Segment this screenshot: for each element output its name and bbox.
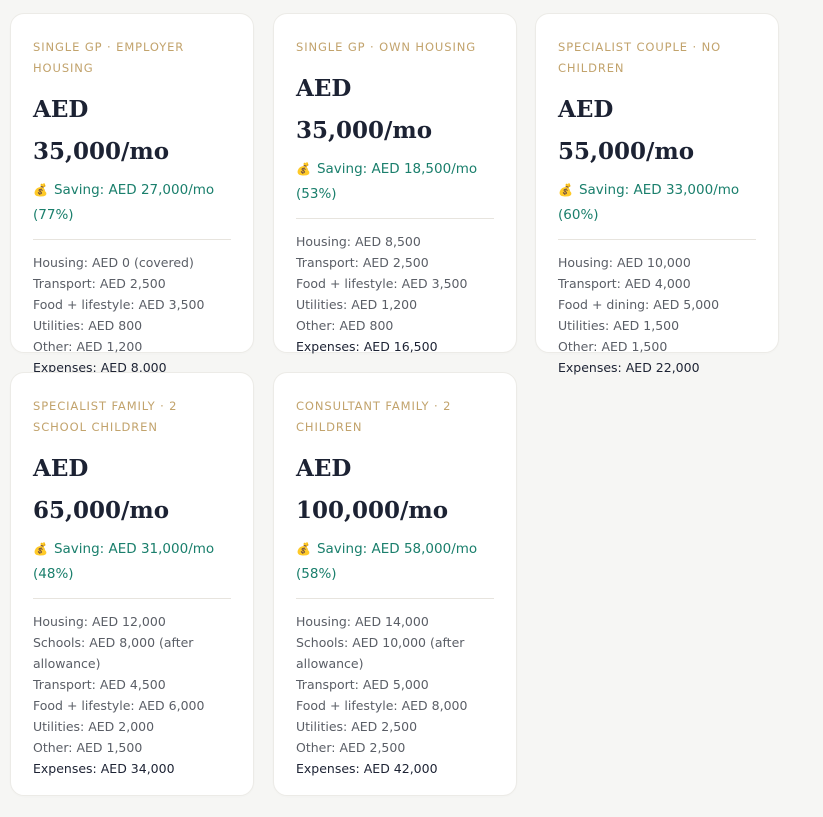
expenses-total: Expenses: AED 16,500 [296, 339, 438, 354]
expense-item: Utilities: AED 1,500 [558, 318, 680, 333]
card-label: SPECIALIST FAMILY · 2 SCHOOL CHILDREN [33, 399, 178, 434]
expense-list: Housing: AED 8,500 Transport: AED 2,500 … [296, 231, 494, 357]
divider [33, 598, 231, 599]
expense-item: Schools: AED 8,000 (after allowance) [33, 635, 194, 671]
card-saving: 💰 Saving: AED 18,500/mo (53%) [296, 157, 494, 207]
expense-item: Housing: AED 8,500 [296, 234, 421, 249]
divider [558, 239, 756, 240]
expense-item: Transport: AED 4,500 [33, 677, 166, 692]
money-bag-icon: 💰 [33, 542, 48, 556]
expense-item: Schools: AED 10,000 (after allowance) [296, 635, 465, 671]
expense-item: Housing: AED 10,000 [558, 255, 691, 270]
expense-item: Housing: AED 14,000 [296, 614, 429, 629]
expense-list: Housing: AED 0 (covered) Transport: AED … [33, 252, 231, 378]
expenses-total: Expenses: AED 42,000 [296, 761, 438, 776]
expense-item: Utilities: AED 2,500 [296, 719, 418, 734]
card-saving: 💰 Saving: AED 33,000/mo (60%) [558, 178, 756, 228]
expense-item: Housing: AED 0 (covered) [33, 255, 194, 270]
expenses-total: Expenses: AED 34,000 [33, 761, 175, 776]
card-saving: 💰 Saving: AED 58,000/mo (58%) [296, 537, 494, 587]
expense-list: Housing: AED 14,000 Schools: AED 10,000 … [296, 611, 494, 779]
expense-item: Food + lifestyle: AED 3,500 [33, 297, 205, 312]
budget-card: SINGLE GP · OWN HOUSING AED 35,000/mo 💰 S… [273, 13, 517, 354]
expense-item: Other: AED 1,200 [33, 339, 143, 354]
expense-item: Other: AED 1,500 [33, 740, 143, 755]
saving-text: Saving: AED 31,000/mo (48%) [33, 541, 215, 582]
expense-item: Transport: AED 2,500 [33, 276, 166, 291]
budget-card: SPECIALIST FAMILY · 2 SCHOOL CHILDREN AE… [10, 372, 254, 796]
card-label: CONSULTANT FAMILY · 2 CHILDREN [296, 399, 452, 434]
expense-item: Food + dining: AED 5,000 [558, 297, 720, 312]
money-bag-icon: 💰 [33, 183, 48, 197]
budget-card: SPECIALIST COUPLE · NO CHILDREN AED 55,0… [535, 13, 779, 375]
saving-text: Saving: AED 27,000/mo (77%) [33, 182, 215, 223]
expense-item: Utilities: AED 800 [33, 318, 143, 333]
card-salary: AED 65,000/mo [33, 455, 170, 524]
card-saving: 💰 Saving: AED 31,000/mo (48%) [33, 537, 231, 587]
saving-text: Saving: AED 18,500/mo (53%) [296, 161, 478, 202]
expense-item: Other: AED 1,500 [558, 339, 668, 354]
expense-item: Other: AED 2,500 [296, 740, 406, 755]
expense-item: Transport: AED 2,500 [296, 255, 429, 270]
expenses-total: Expenses: AED 22,000 [558, 360, 700, 375]
card-label: SPECIALIST COUPLE · NO CHILDREN [558, 40, 722, 75]
expense-item: Housing: AED 12,000 [33, 614, 166, 629]
expense-list: Housing: AED 12,000 Schools: AED 8,000 (… [33, 611, 231, 779]
saving-text: Saving: AED 58,000/mo (58%) [296, 541, 478, 582]
expense-list: Housing: AED 10,000 Transport: AED 4,000… [558, 252, 756, 378]
expense-item: Food + lifestyle: AED 6,000 [33, 698, 205, 713]
budget-card: CONSULTANT FAMILY · 2 CHILDREN AED 100,0… [273, 372, 517, 796]
card-salary: AED 100,000/mo [296, 455, 449, 524]
card-salary: AED 55,000/mo [558, 96, 695, 165]
expense-item: Transport: AED 5,000 [296, 677, 429, 692]
card-saving: 💰 Saving: AED 27,000/mo (77%) [33, 178, 231, 228]
money-bag-icon: 💰 [558, 183, 573, 197]
expense-item: Transport: AED 4,000 [558, 276, 691, 291]
card-label: SINGLE GP · EMPLOYER HOUSING [33, 40, 185, 75]
card-label: SINGLE GP · OWN HOUSING [296, 40, 477, 54]
card-salary: AED 35,000/mo [33, 96, 170, 165]
budget-card: SINGLE GP · EMPLOYER HOUSING AED 35,000/… [10, 13, 254, 375]
saving-text: Saving: AED 33,000/mo (60%) [558, 182, 740, 223]
expense-item: Utilities: AED 2,000 [33, 719, 155, 734]
divider [33, 239, 231, 240]
card-salary: AED 35,000/mo [296, 75, 433, 144]
expense-item: Other: AED 800 [296, 318, 394, 333]
money-bag-icon: 💰 [296, 542, 311, 556]
divider [296, 218, 494, 219]
money-bag-icon: 💰 [296, 162, 311, 176]
expense-item: Utilities: AED 1,200 [296, 297, 418, 312]
divider [296, 598, 494, 599]
expense-item: Food + lifestyle: AED 8,000 [296, 698, 468, 713]
expense-item: Food + lifestyle: AED 3,500 [296, 276, 468, 291]
